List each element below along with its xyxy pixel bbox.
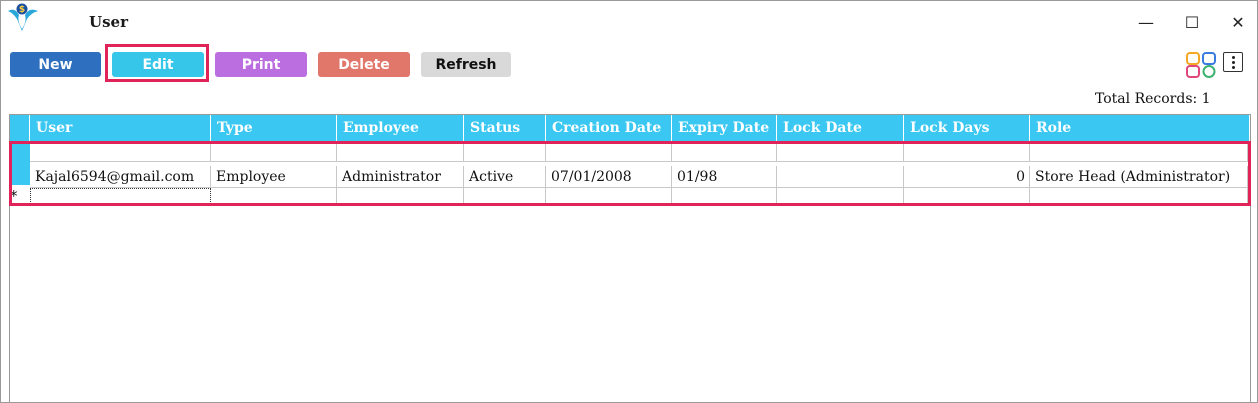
grid-header: User Type Employee Status Creation Date … bbox=[10, 115, 1250, 141]
window-title: User bbox=[89, 13, 128, 31]
new-button[interactable]: New bbox=[10, 52, 101, 77]
delete-button[interactable]: Delete bbox=[318, 52, 410, 77]
minimize-button[interactable]: — bbox=[1131, 9, 1161, 35]
edit-button-highlight bbox=[105, 44, 209, 82]
layout-grid-icon[interactable] bbox=[1184, 51, 1218, 79]
maximize-button[interactable]: ☐ bbox=[1177, 9, 1207, 35]
rows-highlight bbox=[9, 141, 1251, 206]
refresh-button[interactable]: Refresh bbox=[421, 52, 511, 77]
user-window: $ User — ☐ ✕ New Edit Print Delete Refre… bbox=[0, 0, 1258, 403]
total-records: Total Records: 1 bbox=[1095, 91, 1211, 107]
more-vertical-icon[interactable] bbox=[1223, 52, 1243, 72]
close-button[interactable]: ✕ bbox=[1223, 9, 1253, 35]
column-header-lock-date[interactable]: Lock Date bbox=[777, 115, 904, 141]
column-header-type[interactable]: Type bbox=[211, 115, 337, 141]
app-logo-icon: $ bbox=[8, 3, 38, 31]
column-header-expiry-date[interactable]: Expiry Date bbox=[672, 115, 777, 141]
print-button[interactable]: Print bbox=[215, 52, 307, 77]
column-header-creation-date[interactable]: Creation Date bbox=[546, 115, 672, 141]
column-header-employee[interactable]: Employee bbox=[337, 115, 464, 141]
row-selector-header bbox=[10, 115, 30, 141]
column-header-lock-days[interactable]: Lock Days bbox=[904, 115, 1030, 141]
svg-text:$: $ bbox=[19, 5, 25, 15]
column-header-status[interactable]: Status bbox=[464, 115, 546, 141]
column-header-role[interactable]: Role bbox=[1030, 115, 1250, 141]
title-bar: $ User — ☐ ✕ bbox=[1, 1, 1257, 41]
column-header-user[interactable]: User bbox=[30, 115, 211, 141]
